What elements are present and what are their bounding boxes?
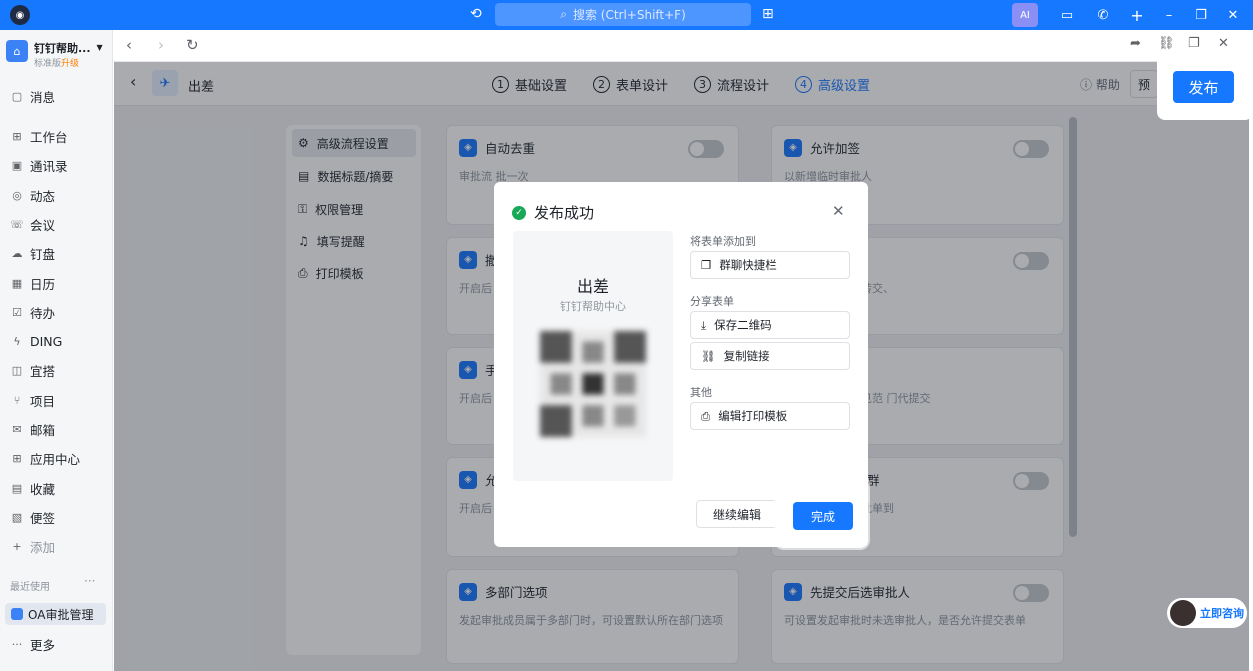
link-icon[interactable]: ⛓ [1158, 36, 1175, 51]
minimize-icon[interactable]: – [1156, 3, 1182, 27]
nav-back-icon[interactable]: ‹ [126, 36, 132, 54]
qr-code-icon [540, 331, 646, 437]
recent-item-oa[interactable]: OA审批管理 [5, 603, 106, 625]
apps-grid-icon[interactable]: ⊞ [762, 6, 774, 22]
browser-bar: ‹ › ↻ ➦ ⛓ ❐ ✕ [114, 30, 1249, 62]
drive-icon: ☁ [11, 246, 23, 260]
copy-link-button[interactable]: ⛓ 复制链接 [690, 342, 850, 370]
share-icon[interactable]: ➦ [1130, 36, 1141, 51]
upgrade-link[interactable]: 升级 [61, 59, 79, 69]
download-icon: ⤓ [701, 317, 707, 332]
sidebar-item-project[interactable]: ⑂ 项目 [10, 390, 55, 410]
org-avatar-icon: ⌂ [6, 40, 28, 62]
close-page-icon[interactable]: ✕ [1218, 36, 1229, 51]
nav-forward-icon[interactable]: › [158, 36, 164, 54]
search-placeholder: 搜索 (Ctrl+Shift+F) [572, 8, 686, 22]
chevron-down-icon: ▼ [96, 43, 103, 52]
org-edition: 标准版升级 [34, 59, 80, 69]
calendar-icon: ▦ [11, 276, 23, 290]
dingtalk-logo-icon[interactable]: ◉ [10, 5, 30, 25]
check-circle-icon: ✓ [512, 205, 526, 220]
feed-icon: ◎ [12, 188, 22, 202]
sidebar-item-apps[interactable]: ⊞ 应用中心 [10, 448, 80, 468]
link-icon: ⛓ [701, 349, 716, 363]
reload-icon[interactable]: ↻ [186, 36, 199, 54]
mail-icon: ✉ [12, 422, 22, 436]
edit-print-template-button[interactable]: ⎙ 编辑打印模板 [690, 402, 850, 430]
search-input[interactable]: ⌕ 搜索 (Ctrl+Shift+F) [495, 3, 751, 26]
restore-icon[interactable]: ❐ [1188, 3, 1214, 27]
plus-icon: + [12, 539, 22, 553]
todo-icon: ☑ [12, 305, 22, 319]
sidebar-item-yida[interactable]: ◫ 宜搭 [10, 360, 55, 380]
contacts-icon: ▣ [11, 158, 23, 172]
printer-icon: ⎙ [701, 408, 711, 423]
title-bar: ◉ ⟲ ⌕ 搜索 (Ctrl+Shift+F) ⊞ AI ▭ ✆ + – ❐ ✕ [0, 0, 1253, 30]
search-icon: ⌕ [560, 7, 567, 21]
continue-edit-button[interactable]: 继续编辑 [696, 500, 778, 528]
yida-icon: ◫ [11, 363, 23, 377]
add-to-label: 将表单添加到 [690, 235, 756, 248]
close-icon[interactable]: ✕ [832, 202, 845, 220]
recent-title: 最近使用 [10, 582, 50, 593]
sidebar-item-favorites[interactable]: ▤ 收藏 [10, 478, 55, 498]
note-icon: ▧ [11, 510, 23, 524]
sidebar-item-workbench[interactable]: ⊞ 工作台 [10, 126, 67, 146]
project-icon: ⑂ [13, 393, 21, 407]
qr-org-name: 钉钉帮助中心 [560, 300, 626, 313]
org-switcher[interactable]: ⌂ 钉钉帮助... 标准版升级 ▼ [6, 40, 103, 69]
shortcut-icon: ❐ [701, 258, 712, 272]
org-name: 钉钉帮助... [34, 42, 91, 55]
group-shortcut-button[interactable]: ❐ 群聊快捷栏 [690, 251, 850, 279]
add-icon[interactable]: + [1124, 3, 1150, 27]
sidebar-item-messages[interactable]: ▢ 消息 [10, 86, 55, 106]
ai-button[interactable]: AI [1012, 3, 1038, 27]
sidebar-item-calendar[interactable]: ▦ 日历 [10, 273, 55, 293]
consult-button[interactable]: 立即咨询 [1167, 598, 1247, 628]
message-icon: ▢ [11, 89, 23, 103]
open-window-icon[interactable]: ❐ [1188, 36, 1200, 51]
save-qr-button[interactable]: ⤓ 保存二维码 [690, 311, 850, 339]
qr-form-title: 出差 [576, 277, 609, 296]
share-label: 分享表单 [690, 295, 734, 308]
history-icon[interactable]: ⟲ [470, 6, 482, 22]
sidebar-item-contacts[interactable]: ▣ 通讯录 [10, 155, 68, 175]
screen-share-icon[interactable]: ▭ [1054, 3, 1080, 27]
sidebar-item-mail[interactable]: ✉ 邮箱 [10, 419, 55, 439]
sidebar-item-add[interactable]: + 添加 [10, 536, 55, 556]
favorite-icon: ▤ [11, 481, 23, 495]
ding-icon: ϟ [13, 334, 21, 348]
agent-avatar [1170, 600, 1196, 626]
dialog-title: ✓ 发布成功 [512, 202, 594, 223]
done-button[interactable]: 完成 [793, 502, 853, 530]
recent-more-icon[interactable]: ··· [84, 574, 95, 588]
publish-button[interactable]: 发布 [1173, 71, 1234, 103]
other-label: 其他 [690, 386, 712, 399]
sidebar-item-more[interactable]: ··· 更多 [10, 634, 55, 654]
sidebar-item-feed[interactable]: ◎ 动态 [10, 185, 55, 205]
sidebar: ⌂ 钉钉帮助... 标准版升级 ▼ ▢ 消息 ⊞ 工作台 ▣ 通讯录 ◎ 动态 ☏ 会议 … [0, 30, 113, 671]
sidebar-item-notes[interactable]: ▧ 便签 [10, 507, 55, 527]
phone-icon[interactable]: ✆ [1090, 3, 1116, 27]
workbench-icon: ⊞ [12, 129, 22, 143]
sidebar-item-todo[interactable]: ☑ 待办 [10, 302, 55, 322]
sidebar-item-meeting[interactable]: ☏ 会议 [10, 214, 55, 234]
apps-icon: ⊞ [12, 451, 22, 465]
qr-panel: 出差 钉钉帮助中心 [513, 231, 673, 481]
sidebar-item-ding[interactable]: ϟ DING [10, 331, 62, 351]
close-window-icon[interactable]: ✕ [1220, 3, 1246, 27]
oa-app-icon [11, 608, 23, 620]
sidebar-item-drive[interactable]: ☁ 钉盘 [10, 243, 56, 263]
meeting-icon: ☏ [10, 217, 24, 231]
more-icon: ··· [11, 637, 23, 651]
